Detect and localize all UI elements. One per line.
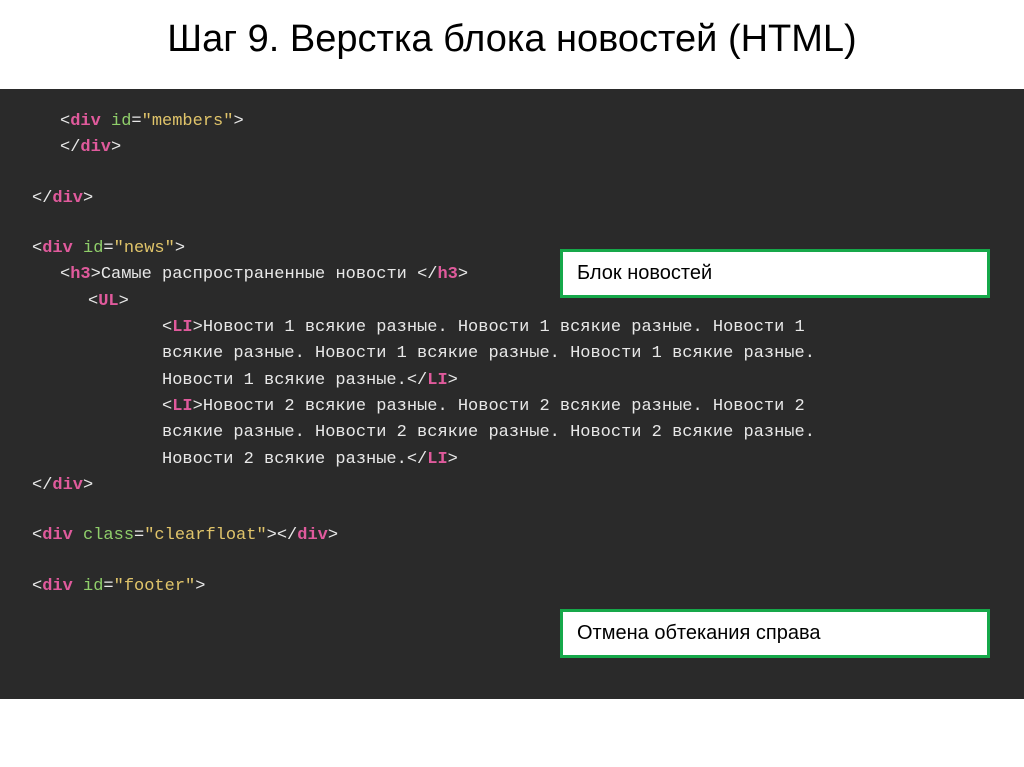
h3-text: Самые распространенные новости: [101, 265, 417, 284]
li1-text-b: всякие разные. Новости 1 всякие разные. …: [162, 344, 815, 363]
slide-title: Шаг 9. Верстка блока новостей (HTML): [0, 0, 1024, 89]
li1-text-c: Новости 1 всякие разные.: [162, 371, 407, 390]
code-line: <LI>Новости 2 всякие разные. Новости 2 в…: [32, 394, 992, 420]
code-line: всякие разные. Новости 2 всякие разные. …: [32, 420, 992, 446]
li1-text-a: Новости 1 всякие разные. Новости 1 всяки…: [203, 318, 805, 337]
li2-text-c: Новости 2 всякие разные.: [162, 450, 407, 469]
code-line: </div>: [32, 135, 992, 161]
code-line: </div>: [32, 473, 992, 499]
li2-text-a: Новости 2 всякие разные. Новости 2 всяки…: [203, 397, 805, 416]
code-line: <div class="clearfloat"></div>: [32, 523, 992, 549]
li2-text-b: всякие разные. Новости 2 всякие разные. …: [162, 423, 815, 442]
code-line: <LI>Новости 1 всякие разные. Новости 1 в…: [32, 315, 992, 341]
code-line: Новости 2 всякие разные.</LI>: [32, 447, 992, 473]
slide: Шаг 9. Верстка блока новостей (HTML) <di…: [0, 0, 1024, 767]
code-line: <div id="members">: [32, 109, 992, 135]
code-line: </div>: [32, 186, 992, 212]
code-line: <div id="footer">: [32, 574, 992, 600]
code-line: Новости 1 всякие разные.</LI>: [32, 368, 992, 394]
code-block: <div id="members"> </div> </div> <div id…: [0, 89, 1024, 699]
annotation-news-block: Блок новостей: [560, 249, 990, 298]
annotation-clear-float: Отмена обтекания справа: [560, 609, 990, 658]
code-line: всякие разные. Новости 1 всякие разные. …: [32, 341, 992, 367]
